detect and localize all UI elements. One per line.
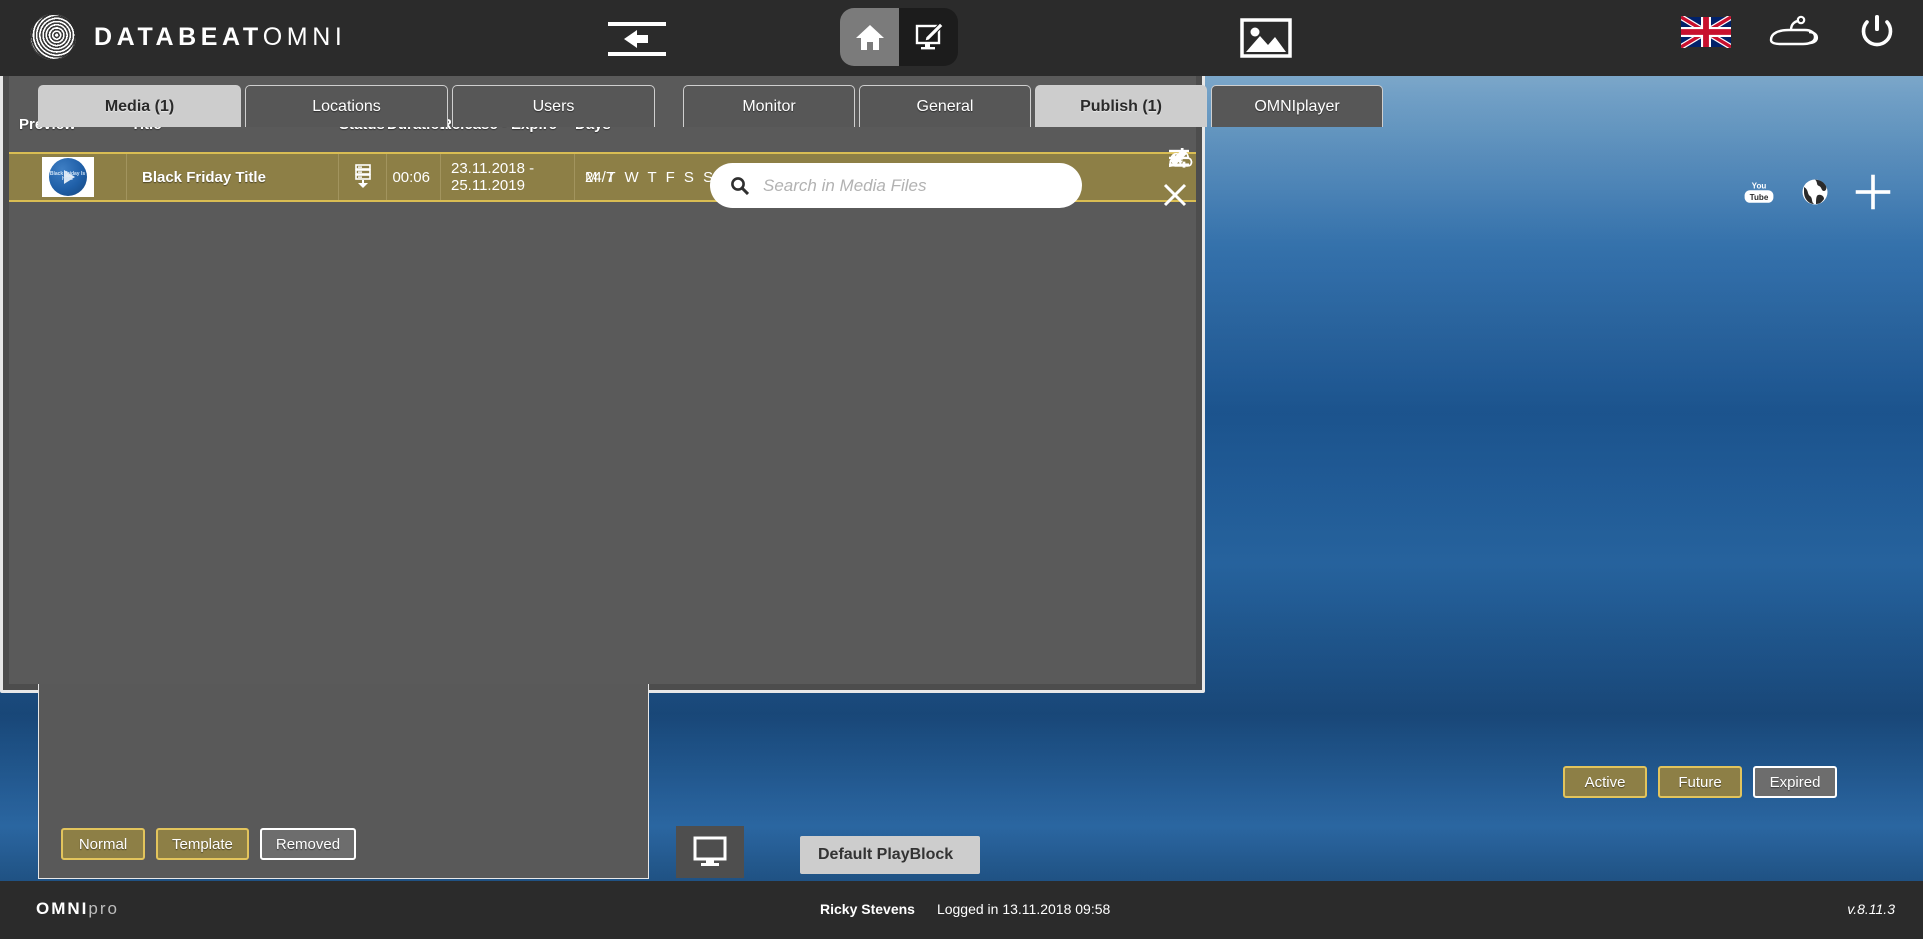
- app-root: DATABEATOMNI Media (1) Locations Users M…: [0, 0, 1923, 939]
- top-bar: DATABEATOMNI: [0, 0, 1923, 76]
- media-source-actions: You Tube: [1741, 172, 1893, 212]
- footer-brand: OMNIpro: [36, 899, 119, 919]
- playblock-label[interactable]: Default PlayBlock: [800, 836, 980, 874]
- footer-brand-bold: OMNI: [36, 899, 89, 918]
- databeat-logo-icon: [30, 14, 76, 60]
- tab-media[interactable]: Media (1): [38, 85, 241, 127]
- search-icon: [730, 176, 749, 195]
- globe-icon[interactable]: [1801, 178, 1829, 206]
- settings-sliders-icon[interactable]: [1168, 148, 1190, 168]
- footer-login-time: Logged in 13.11.2018 09:58: [936, 901, 1111, 917]
- top-right-actions: [1681, 12, 1897, 52]
- channel-filter-buttons: Normal Template Removed: [61, 828, 357, 860]
- thumbnail-caption: Black Friday Is Here: [49, 170, 86, 182]
- cell-duration: 00:06: [387, 154, 441, 200]
- status-published-icon: [352, 164, 374, 190]
- footer-bar: OMNIpro Ricky Stevens Logged in 13.11.20…: [0, 881, 1923, 939]
- add-media-button[interactable]: [1853, 172, 1893, 212]
- footer-brand-light: pro: [88, 899, 119, 918]
- footer-username: Ricky Stevens: [820, 901, 915, 917]
- power-icon[interactable]: [1857, 12, 1897, 52]
- youtube-icon[interactable]: You Tube: [1741, 178, 1777, 206]
- filter-expired-button[interactable]: Expired: [1753, 766, 1837, 798]
- cell-release: 23.11.2018 - 25.11.2019: [441, 154, 575, 200]
- image-gallery-icon[interactable]: [1240, 18, 1292, 58]
- filter-normal-button[interactable]: Normal: [61, 828, 145, 860]
- filter-active-button[interactable]: Active: [1563, 766, 1647, 798]
- brand-name-bold: DATABEAT: [94, 22, 263, 51]
- filter-removed-button[interactable]: Removed: [259, 828, 357, 860]
- cell-status: [339, 154, 387, 200]
- svg-text:Tube: Tube: [1750, 193, 1769, 202]
- media-thumbnail: Black Friday Is Here: [41, 157, 94, 197]
- home-edit-toggle[interactable]: [840, 8, 958, 66]
- edit-screen-icon[interactable]: [899, 8, 958, 66]
- footer-version: v.8.11.3: [1847, 901, 1895, 917]
- cell-title: Black Friday Title: [127, 154, 339, 200]
- media-filter-buttons: Active Future Expired: [1563, 766, 1837, 798]
- search-media-files-field[interactable]: [710, 163, 1082, 208]
- playblock-screen-icon[interactable]: [676, 826, 744, 878]
- search-media-files-input[interactable]: [763, 175, 1062, 196]
- filter-template-button[interactable]: Template: [156, 828, 249, 860]
- filter-future-button[interactable]: Future: [1658, 766, 1742, 798]
- tab-users[interactable]: Users: [452, 85, 655, 127]
- media-title: Black Friday Title: [142, 168, 266, 186]
- home-icon[interactable]: [840, 8, 899, 66]
- media-duration: 00:06: [392, 168, 430, 186]
- brand-name: DATABEATOMNI: [94, 23, 346, 52]
- brand-name-light: OMNI: [262, 22, 347, 51]
- play-thumbnail-icon: Black Friday Is Here: [48, 158, 87, 196]
- tab-locations[interactable]: Locations: [245, 85, 448, 127]
- svg-text:You: You: [1752, 181, 1767, 190]
- right-tab-bar: Monitor General Publish (1) OMNIplayer: [683, 85, 1383, 127]
- back-arrow-icon[interactable]: [607, 20, 667, 58]
- tab-omniplayer[interactable]: OMNIplayer: [1211, 85, 1383, 127]
- uk-flag-icon[interactable]: [1681, 16, 1731, 48]
- tab-monitor[interactable]: Monitor: [683, 85, 855, 127]
- media-hours: 24/7: [585, 168, 615, 186]
- tab-general[interactable]: General: [859, 85, 1031, 127]
- cell-preview: Black Friday Is Here: [9, 154, 127, 200]
- media-release-expire: 23.11.2018 - 25.11.2019: [451, 160, 535, 194]
- left-tab-bar: Media (1) Locations Users: [38, 85, 655, 127]
- tab-publish[interactable]: Publish (1): [1035, 85, 1207, 127]
- footer-session-info: Ricky Stevens Logged in 13.11.2018 09:58: [820, 901, 1110, 917]
- remove-media-icon[interactable]: [1162, 182, 1188, 208]
- brand-logo[interactable]: DATABEATOMNI: [30, 14, 346, 60]
- genie-lamp-icon[interactable]: [1765, 15, 1823, 49]
